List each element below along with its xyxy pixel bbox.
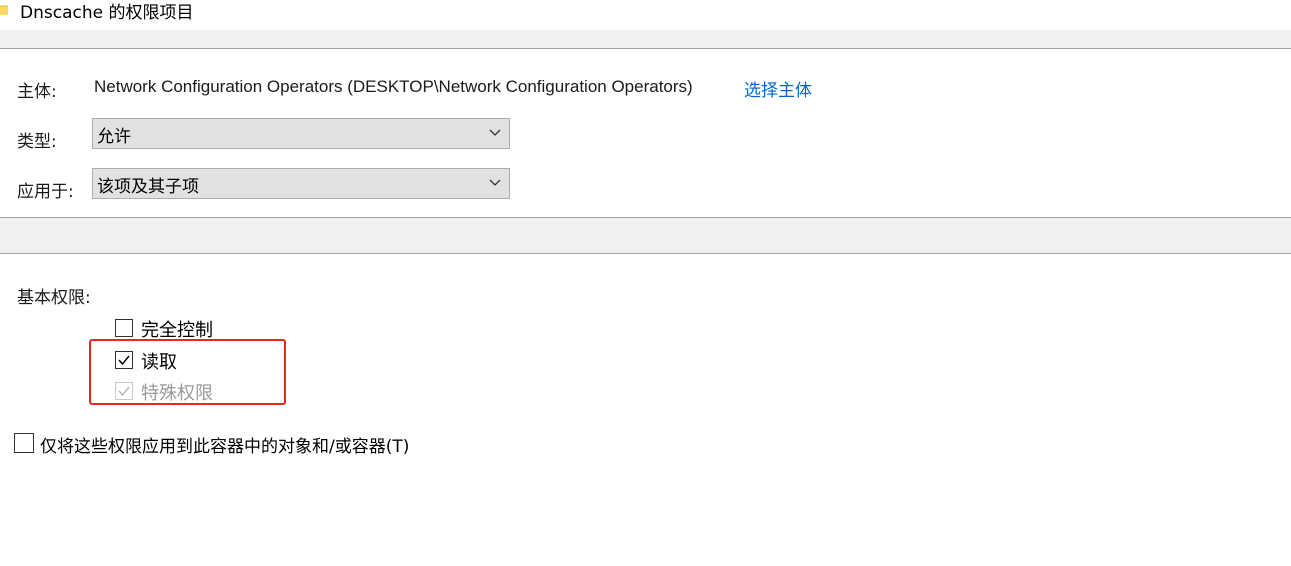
middle-separator-band [0, 218, 1291, 253]
type-label: 类型: [17, 132, 57, 152]
title-bar: Dnscache 的权限项目 [0, 0, 1291, 30]
highlight-annotation [89, 339, 286, 405]
type-dropdown-value: 允许 [97, 127, 131, 147]
basic-permissions-label: 基本权限: [17, 288, 91, 308]
principal-value: Network Configuration Operators (DESKTOP… [94, 77, 693, 96]
select-principal-link[interactable]: 选择主体 [744, 76, 812, 101]
principal-label: 主体: [17, 82, 57, 102]
apply-only-label: 仅将这些权限应用到此容器中的对象和/或容器(T) [40, 437, 410, 457]
top-separator-band [0, 30, 1291, 48]
full-control-checkbox[interactable] [115, 319, 133, 337]
apply-only-checkbox[interactable] [14, 433, 34, 453]
window-title: Dnscache 的权限项目 [20, 3, 194, 23]
applies-to-label: 应用于: [17, 182, 74, 202]
applies-to-dropdown-value: 该项及其子项 [97, 177, 199, 197]
chevron-down-icon [489, 129, 501, 136]
applies-to-dropdown[interactable]: 该项及其子项 [92, 168, 510, 199]
folder-icon [0, 5, 8, 15]
divider [0, 48, 1291, 49]
type-dropdown[interactable]: 允许 [92, 118, 510, 149]
chevron-down-icon [489, 179, 501, 186]
divider [0, 253, 1291, 254]
